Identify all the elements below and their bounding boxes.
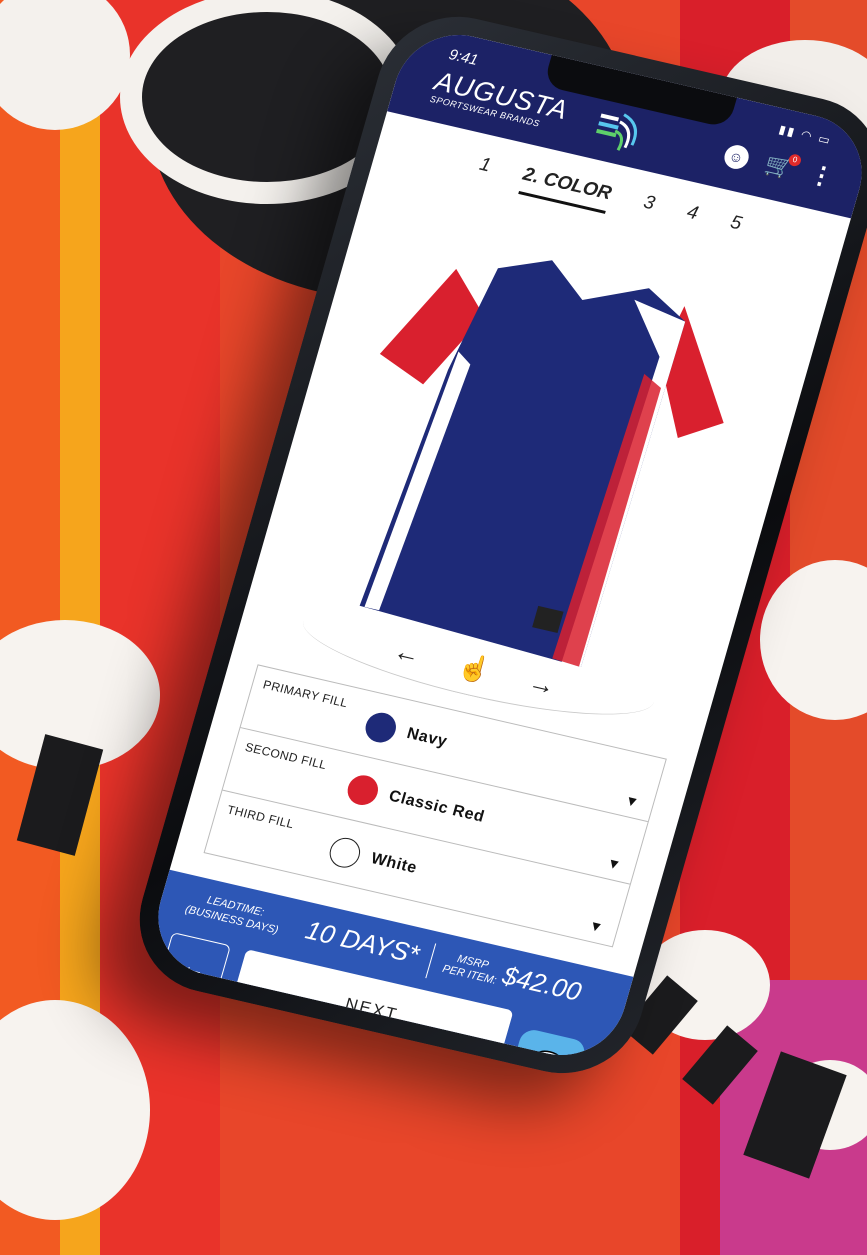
fill-label: PRIMARY FILL <box>261 677 350 711</box>
rotate-left-icon[interactable]: ← <box>390 635 424 671</box>
step-1[interactable]: 1 <box>474 154 493 186</box>
leadtime-value: 10 DAYS* <box>302 914 423 970</box>
fill-label: THIRD FILL <box>225 802 296 832</box>
classic-red-swatch <box>344 772 382 808</box>
msrp-value: $42.00 <box>499 960 585 1007</box>
phone-frame: 9:41 ▮▮ ◠ ▭ AUGUSTA SPORTSWEAR BRANDS ☺ <box>121 1 867 1089</box>
footer-divider <box>425 943 437 979</box>
step-3[interactable]: 3 <box>638 192 657 224</box>
chat-icon[interactable]: 💬 <box>505 1027 588 1068</box>
navy-swatch <box>362 709 400 746</box>
white-swatch <box>326 834 364 871</box>
step-2-color[interactable]: 2. COLOR <box>517 163 614 214</box>
signal-wifi-battery-icon: ▮▮ ◠ ▭ <box>777 122 834 148</box>
chevron-down-icon[interactable]: ▼ <box>623 792 641 811</box>
fill-value: White <box>368 850 420 877</box>
leadtime-label: LEADTIME: (BUSINESS DAYS) <box>183 894 280 937</box>
cart-icon[interactable]: 🛒 0 <box>762 151 803 181</box>
chevron-down-icon[interactable]: ▼ <box>587 917 605 936</box>
chevron-down-icon[interactable]: ▼ <box>605 854 623 873</box>
phone-mockup: 9:41 ▮▮ ◠ ▭ AUGUSTA SPORTSWEAR BRANDS ☺ <box>0 0 867 1255</box>
back-button[interactable]: ← <box>155 932 232 1004</box>
account-icon[interactable]: ☺ <box>721 142 752 172</box>
header-actions: ☺ 🛒 0 ⋮ <box>721 142 837 192</box>
phone-screen: 9:41 ▮▮ ◠ ▭ AUGUSTA SPORTSWEAR BRANDS ☺ <box>143 22 867 1068</box>
fill-value: Classic Red <box>386 787 487 826</box>
fill-value: Navy <box>404 725 450 751</box>
status-time: 9:41 <box>446 46 480 69</box>
msrp-label: MSRP PER ITEM: <box>440 953 498 987</box>
cart-badge: 0 <box>787 153 803 168</box>
augusta-logo-icon <box>595 113 638 151</box>
rotate-right-icon[interactable]: → <box>525 666 559 702</box>
more-menu-icon[interactable]: ⋮ <box>806 160 837 191</box>
step-5[interactable]: 5 <box>725 212 744 244</box>
fill-label: SECOND FILL <box>243 739 329 773</box>
step-4[interactable]: 4 <box>682 202 701 234</box>
